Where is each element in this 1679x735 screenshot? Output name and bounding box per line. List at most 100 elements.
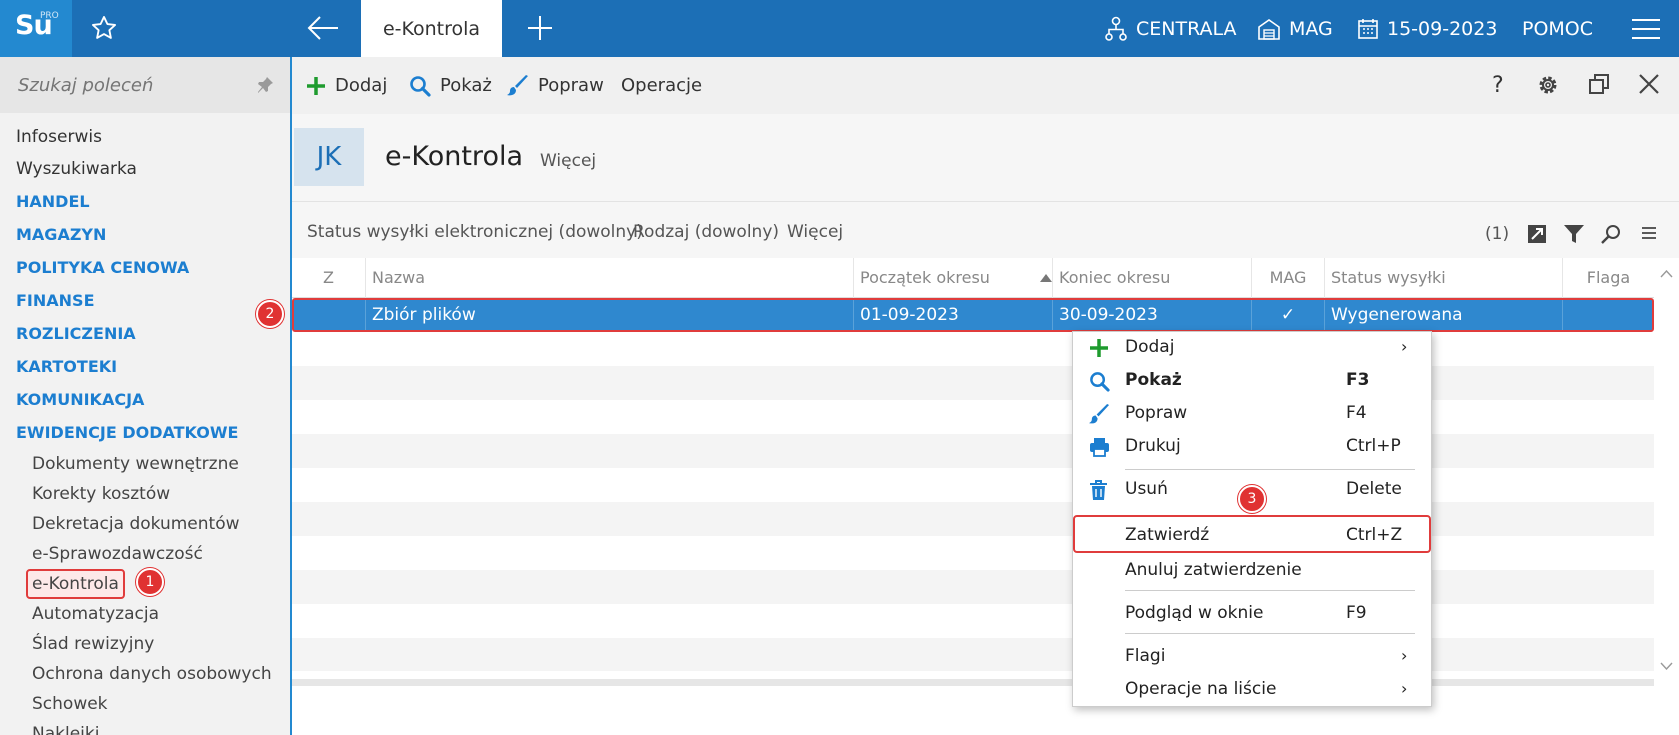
menu-item-label: Drukuj: [1125, 436, 1181, 456]
filter-status[interactable]: Status wysyłki elektronicznej (dowolny): [307, 222, 643, 242]
menu-item-pokaz[interactable]: Pokaż F3: [1073, 365, 1431, 397]
column-header-z[interactable]: Z: [292, 258, 365, 298]
menu-item-shortcut: Delete: [1346, 479, 1402, 499]
tab-e-kontrola[interactable]: e-Kontrola: [361, 0, 502, 57]
filter-funnel-icon[interactable]: [1564, 224, 1584, 244]
sidebar-item-infoserwis[interactable]: Infoserwis: [0, 121, 290, 153]
cell-nazwa: Zbiór plików: [365, 300, 853, 330]
favorites-star-icon[interactable]: [90, 14, 118, 42]
plus-icon: [307, 76, 325, 95]
cell-mag-check: ✓: [1251, 300, 1324, 330]
sidebar-item-wyszukiwarka[interactable]: Wyszukiwarka: [0, 153, 290, 185]
back-arrow-icon[interactable]: [306, 14, 340, 42]
horizontal-scrollbar[interactable]: [292, 679, 1654, 686]
sidebar-sub-slad-rewizyjny[interactable]: Ślad rewizyjny: [0, 629, 290, 659]
menu-item-zatwierdz[interactable]: Zatwierdź Ctrl+Z: [1073, 515, 1431, 553]
column-header-poczatek[interactable]: Początek okresu: [853, 258, 1052, 298]
header-more-link[interactable]: Więcej: [540, 151, 596, 171]
trash-icon: [1090, 480, 1107, 500]
search-icon: [410, 75, 431, 97]
help-menu[interactable]: POMOC: [1522, 0, 1593, 57]
column-header-status[interactable]: Status wysyłki: [1324, 258, 1562, 298]
empty-row: [292, 366, 1654, 400]
search-list-icon[interactable]: [1601, 224, 1621, 244]
annotation-marker-2: 2: [256, 300, 284, 328]
menu-item-popraw[interactable]: Popraw F4: [1073, 398, 1431, 430]
column-header-nazwa[interactable]: Nazwa: [365, 258, 853, 298]
sidebar-category-finanse[interactable]: FINANSE: [0, 284, 290, 317]
printer-icon: [1090, 438, 1109, 457]
new-tab-plus-icon[interactable]: [526, 14, 554, 42]
gear-icon[interactable]: [1536, 73, 1560, 97]
record-count: (1): [1485, 224, 1510, 244]
help-button[interactable]: ?: [1492, 57, 1504, 114]
add-button[interactable]: Dodaj: [306, 57, 387, 114]
annotation-marker-1: 1: [136, 568, 164, 596]
warehouse-button[interactable]: MAG: [1257, 0, 1333, 57]
centrala-button[interactable]: CENTRALA: [1104, 0, 1237, 57]
menu-item-label: Popraw: [1125, 403, 1188, 423]
sidebar-sub-korekty-kosztow[interactable]: Korekty kosztów: [0, 479, 290, 509]
menu-item-drukuj[interactable]: Drukuj Ctrl+P: [1073, 431, 1431, 463]
edit-button[interactable]: Popraw: [507, 57, 604, 114]
sidebar-sub-dekretacja[interactable]: Dekretacja dokumentów: [0, 509, 290, 539]
app-logo[interactable]: Su PRO: [0, 0, 72, 57]
menu-separator: [1125, 590, 1415, 591]
top-bar: Su PRO e-Kontrola CENTRALA MAG 15-09-202…: [0, 0, 1679, 57]
page-header: JK e-Kontrola Więcej: [292, 114, 1679, 202]
column-header-koniec[interactable]: Koniec okresu: [1052, 258, 1251, 298]
sidebar-sub-e-sprawozdawczosc[interactable]: e-Sprawozdawczość: [0, 539, 290, 569]
menu-item-podglad-w-oknie[interactable]: Podgląd w oknie F9: [1073, 598, 1431, 630]
pin-icon[interactable]: [256, 76, 274, 94]
menu-item-anuluj-zatwierdzenie[interactable]: Anuluj zatwierdzenie: [1073, 555, 1431, 587]
date-button[interactable]: 15-09-2023: [1357, 0, 1497, 57]
menu-item-shortcut: Ctrl+Z: [1346, 525, 1403, 545]
menu-item-dodaj[interactable]: Dodaj ›: [1073, 332, 1431, 364]
filter-more[interactable]: Więcej: [787, 222, 843, 242]
menu-item-shortcut: F3: [1346, 370, 1370, 390]
help-label: POMOC: [1522, 17, 1594, 40]
table-row[interactable]: Zbiór plików 01-09-2023 30-09-2023 ✓ Wyg…: [292, 298, 1654, 332]
show-button-label: Pokaż: [440, 75, 492, 96]
brush-icon: [1089, 404, 1110, 424]
operations-button[interactable]: Operacje: [621, 57, 702, 114]
sidebar-category-handel[interactable]: HANDEL: [0, 185, 290, 218]
sidebar-sub-schowek[interactable]: Schowek: [0, 689, 290, 719]
empty-row: [292, 502, 1654, 536]
menu-item-label: Dodaj: [1125, 337, 1175, 357]
empty-row: [292, 434, 1654, 468]
show-button[interactable]: Pokaż: [409, 57, 492, 114]
submenu-arrow-icon: ›: [1401, 337, 1408, 356]
sidebar-category-polityka-cenowa[interactable]: POLITYKA CENOWA: [0, 251, 290, 284]
sidebar-category-rozliczenia[interactable]: ROZLICZENIA: [0, 317, 290, 350]
command-search-input[interactable]: [18, 72, 248, 98]
sidebar-category-ewidencje-dodatkowe[interactable]: EWIDENCJE DODATKOWE: [0, 416, 290, 449]
submenu-arrow-icon: ›: [1401, 679, 1408, 698]
submenu-arrow-icon: ›: [1401, 646, 1408, 665]
sidebar-category-komunikacja[interactable]: KOMUNIKACJA: [0, 383, 290, 416]
sidebar-sub-naklejki[interactable]: Naklejki: [0, 719, 290, 735]
scroll-down-icon[interactable]: [1660, 662, 1673, 670]
hamburger-menu-icon[interactable]: [1631, 18, 1661, 40]
vertical-scrollbar[interactable]: [1654, 258, 1679, 686]
calendar-icon: [1358, 18, 1378, 39]
filter-bar: Status wysyłki elektronicznej (dowolny) …: [292, 202, 1679, 258]
sidebar-sub-automatyzacja[interactable]: Automatyzacja: [0, 599, 290, 629]
scroll-up-icon[interactable]: [1660, 270, 1673, 278]
menu-item-operacje-na-liscie[interactable]: Operacje na liście ›: [1073, 674, 1431, 706]
sidebar-sub-dokumenty-wewnetrzne[interactable]: Dokumenty wewnętrzne: [0, 449, 290, 479]
column-header-flaga[interactable]: Flaga: [1562, 258, 1654, 298]
help-icon: ?: [1492, 73, 1504, 98]
sidebar-category-magazyn[interactable]: MAGAZYN: [0, 218, 290, 251]
sidebar-category-kartoteki[interactable]: KARTOTEKI: [0, 350, 290, 383]
close-icon[interactable]: [1638, 73, 1660, 95]
menu-item-flagi[interactable]: Flagi ›: [1073, 641, 1431, 673]
column-header-mag[interactable]: MAG: [1251, 258, 1324, 298]
list-menu-icon[interactable]: [1641, 224, 1657, 242]
menu-item-shortcut: Ctrl+P: [1346, 436, 1401, 456]
restore-window-icon[interactable]: [1588, 73, 1610, 95]
annotation-marker-3: 3: [1238, 485, 1266, 513]
sidebar-sub-ochrona-danych[interactable]: Ochrona danych osobowych: [0, 659, 290, 689]
export-icon[interactable]: [1527, 224, 1547, 244]
filter-type[interactable]: Rodzaj (dowolny): [633, 222, 779, 242]
